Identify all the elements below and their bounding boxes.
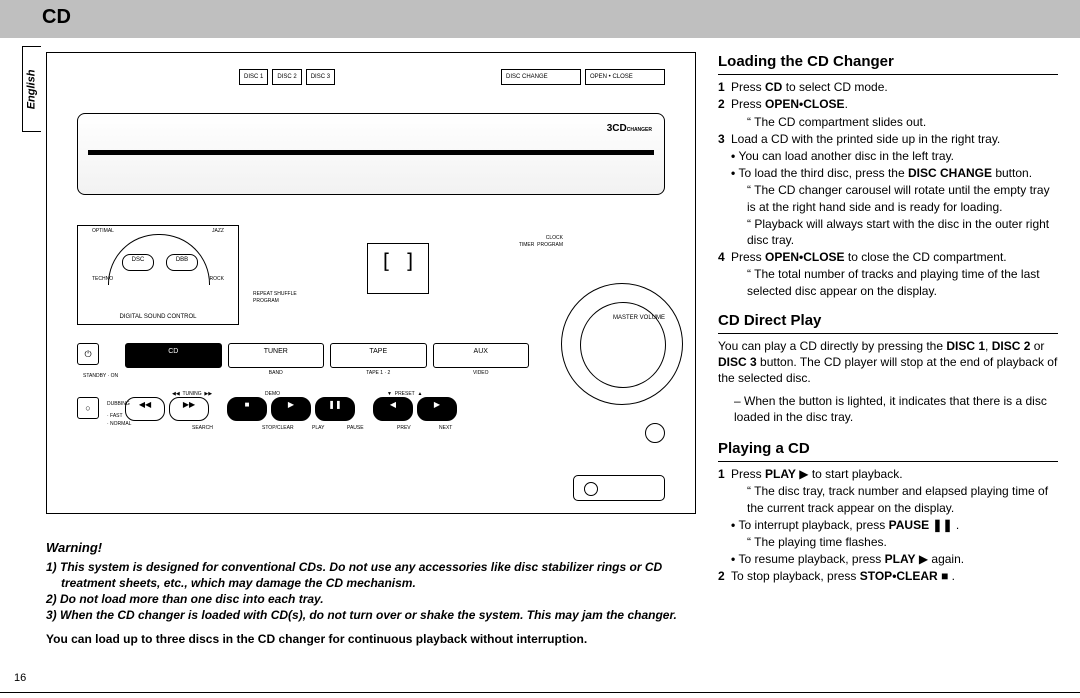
disc-change-button[interactable]: DISC CHANGE [501, 69, 581, 85]
page-number: 16 [14, 671, 26, 686]
dsc-panel: DSC DBB OPTIMAL JAZZ TECHNO ROCK DIGITAL… [77, 225, 239, 325]
pause-button[interactable]: ❚❚ [315, 397, 355, 421]
dsc-button[interactable]: DSC [122, 254, 154, 271]
disc-3-button[interactable]: DISC 3 [306, 69, 335, 85]
warning-list: 1) This system is designed for conventio… [46, 559, 696, 624]
dubbing-button[interactable]: ○ [77, 397, 99, 419]
warning-footnote: You can load up to three discs in the CD… [46, 631, 696, 647]
device-illustration: DISC 1 DISC 2 DISC 3 DISC CHANGE OPEN • … [46, 52, 696, 514]
disc-1-button[interactable]: DISC 1 [239, 69, 268, 85]
rew-button[interactable]: ◀◀ [125, 397, 165, 421]
source-tape[interactable]: TAPETAPE 1 · 2 [330, 343, 427, 368]
next-button[interactable]: ▶ [417, 397, 457, 421]
disc-button-row: DISC 1 DISC 2 DISC 3 DISC CHANGE OPEN • … [77, 67, 665, 87]
h-loading: Loading the CD Changer [718, 52, 1058, 75]
front-panel-foot [573, 475, 665, 501]
play-button[interactable]: ▶ [271, 397, 311, 421]
playing-steps: 1Press PLAY ▶ to start playback. The dis… [718, 466, 1058, 584]
cd-tray: 3CDCHANGER [77, 113, 665, 195]
source-aux[interactable]: AUXVIDEO [433, 343, 530, 368]
language-tab: English [22, 46, 41, 132]
warning-heading: Warning! [46, 539, 696, 557]
source-cd[interactable]: CDCD 1 · 2 · 3 [125, 343, 222, 368]
power-button[interactable]: ⏻ [77, 343, 99, 365]
ff-button[interactable]: ▶▶ [169, 397, 209, 421]
direct-play-text: You can play a CD directly by pressing t… [718, 338, 1058, 425]
source-tuner[interactable]: TUNERBAND [228, 343, 325, 368]
disc-2-button[interactable]: DISC 2 [272, 69, 301, 85]
lcd-display: [ ] [367, 243, 429, 294]
section-header: CD [0, 0, 1080, 38]
open-close-button[interactable]: OPEN • CLOSE [585, 69, 665, 85]
headphone-jack [645, 423, 665, 443]
loading-steps: 1Press CD to select CD mode. 2Press OPEN… [718, 79, 1058, 298]
stop-button[interactable]: ■ [227, 397, 267, 421]
footer-rule [0, 692, 1080, 693]
dbb-button[interactable]: DBB [166, 254, 198, 271]
h-playing: Playing a CD [718, 439, 1058, 462]
prev-button[interactable]: ◀ [373, 397, 413, 421]
h-direct: CD Direct Play [718, 311, 1058, 334]
